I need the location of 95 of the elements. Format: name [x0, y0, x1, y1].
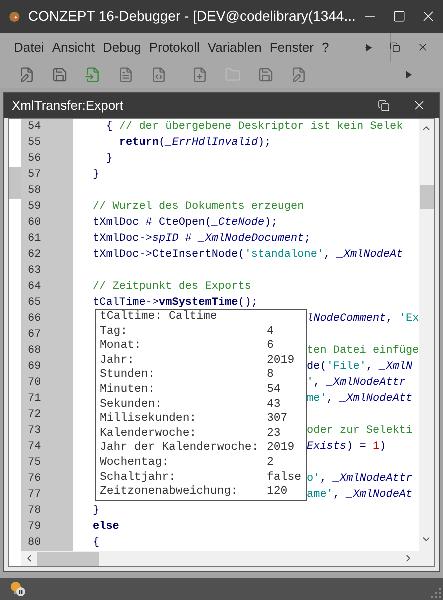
line-number: 72: [28, 408, 42, 423]
code-line: oder zur Selekti: [307, 424, 413, 439]
line-number: 60: [28, 216, 42, 231]
field-value: false: [267, 470, 302, 486]
horizontal-scrollbar[interactable]: [21, 551, 434, 566]
code-line: de('File', _XmlN: [307, 360, 413, 375]
field-label: Tag:: [100, 324, 129, 340]
line-number: 73: [28, 424, 42, 439]
menu-item[interactable]: ?: [322, 38, 330, 58]
menu-item[interactable]: Fenster: [270, 38, 314, 58]
line-number: 68: [28, 344, 42, 359]
resize-grip-icon[interactable]: [431, 588, 441, 598]
more-arrow-icon[interactable]: [366, 44, 372, 52]
field-value: 43: [267, 398, 282, 412]
code-line: return(_ErrHdlInvalid);: [118, 136, 272, 151]
maximize-icon[interactable]: [392, 10, 406, 23]
field-value: 2019: [267, 354, 296, 368]
field-label: Monat:: [100, 339, 142, 354]
line-number: 74: [28, 440, 42, 455]
line-number: 71: [28, 392, 42, 407]
code-line: {: [93, 536, 100, 551]
field-value: 23: [267, 426, 282, 442]
code-line: lNodeComment, 'Ex: [307, 312, 420, 327]
field-value: 120: [267, 485, 289, 500]
line-number: 63: [28, 264, 42, 279]
menu-item[interactable]: Variablen: [208, 38, 262, 58]
line-number: 76: [28, 472, 42, 487]
field-label: Jahr der Kalenderwoche:: [100, 441, 260, 456]
code-line: o', _XmlNodeAttr: [307, 472, 413, 487]
field-label: Schaltjahr:: [100, 470, 177, 486]
field-label: Stunden:: [100, 368, 156, 383]
code-line: ame', _XmlNodeAt: [307, 488, 413, 503]
line-number: 78: [28, 504, 42, 519]
code-line: }: [105, 152, 113, 167]
window-title: CONZEPT 16-Debugger - [DEV@codelibrary(1344...: [28, 7, 356, 26]
field-value: 8: [267, 368, 275, 383]
line-number: 58: [28, 184, 42, 199]
scroll-thumb[interactable]: [420, 185, 434, 209]
field-label: Kalenderwoche:: [100, 426, 198, 442]
code-line: // Wurzel des Dokuments erzeugen: [93, 200, 304, 215]
code-line: ten Datei einfüge: [307, 344, 420, 359]
field-value: 2: [267, 456, 275, 471]
line-number: 80: [28, 536, 42, 551]
code-line: me', _XmlNodeAtt: [307, 392, 413, 407]
code-line: tCalTime->vmSystemTime();: [93, 296, 258, 310]
line-number: 65: [28, 296, 42, 311]
field-value: 307: [267, 412, 289, 427]
lightbulb-pause-icon: [10, 581, 26, 597]
file-pen-icon[interactable]: [19, 67, 35, 83]
line-number: 64: [28, 280, 42, 295]
menu-item[interactable]: Protokoll: [149, 38, 200, 58]
tooltip-title: tCaltime: Caltime: [100, 310, 218, 325]
line-number: 59: [28, 200, 42, 215]
line-number: 79: [28, 520, 42, 535]
line-number: 61: [28, 232, 42, 247]
line-number: 75: [28, 456, 42, 471]
field-value: 4: [267, 324, 275, 340]
line-number: 55: [28, 136, 42, 151]
code-line: // Zeitpunkt des Exports: [93, 280, 252, 295]
line-number: 66: [28, 312, 42, 327]
scroll-thumb[interactable]: [37, 552, 99, 566]
line-number: 62: [28, 248, 42, 263]
line-number: 56: [28, 152, 42, 167]
code-line: ', _XmlNodeAttr: [307, 376, 406, 391]
line-number: 69: [28, 360, 42, 375]
menu-item[interactable]: Debug: [103, 38, 142, 58]
line-number: 54: [28, 120, 42, 135]
field-label: Sekunden:: [100, 398, 164, 412]
code-line: { // der übergebene Deskriptor ist kein Selek: [105, 120, 404, 135]
vertical-scrollbar[interactable]: [419, 119, 434, 551]
field-label: Millisekunden:: [100, 412, 198, 427]
field-value: 2019: [267, 441, 296, 456]
field-label: Minuten:: [100, 382, 156, 398]
field-label: Jahr:: [100, 354, 136, 368]
field-label: Zeitzonenabweichung:: [100, 485, 240, 500]
field-label: Wochentag:: [100, 456, 170, 471]
field-value: 54: [267, 382, 282, 398]
document-title: XmlTransfer:Export: [12, 96, 124, 115]
menu-item[interactable]: Ansicht: [52, 38, 95, 58]
line-number: 70: [28, 376, 42, 391]
code-line: Exists) = 1): [307, 440, 386, 455]
more-arrow-icon[interactable]: [406, 71, 412, 79]
code-line: tXmlDoc # CteOpen(_CteNode);: [93, 216, 278, 231]
code-line: tXmlDoc->CteInsertNode('standalone', _XmlNodeAt: [93, 248, 404, 263]
code-line: else: [93, 520, 120, 535]
restore-icon[interactable]: [390, 41, 401, 54]
code-line: tXmlDoc->spID # _XmlNodeDocument;: [93, 232, 311, 247]
line-number: 57: [28, 168, 42, 183]
field-value: 6: [267, 339, 275, 354]
code-line: }: [93, 504, 100, 519]
restore-icon[interactable]: [378, 100, 390, 112]
line-number: 77: [28, 488, 42, 503]
line-number: 67: [28, 328, 42, 343]
menu-item[interactable]: Datei: [14, 38, 44, 58]
code-line: }: [93, 168, 100, 183]
